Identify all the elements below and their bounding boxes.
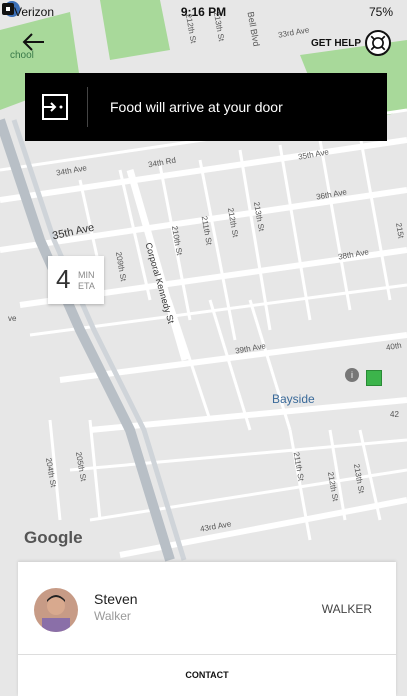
arrow-left-icon[interactable] <box>20 30 48 54</box>
eta-unit-min: MIN <box>78 270 95 280</box>
divider <box>18 654 396 655</box>
delivery-instruction-banner: Food will arrive at your door <box>25 73 387 141</box>
street-label: 42 <box>390 410 399 419</box>
lifebuoy-icon[interactable] <box>365 30 391 56</box>
place-label[interactable]: Bayside <box>272 392 315 406</box>
street-label: ve <box>8 314 17 323</box>
eta-value: 4 <box>56 264 71 294</box>
get-help-button[interactable]: GET HELP <box>311 38 361 49</box>
banner-text: Food will arrive at your door <box>110 99 283 115</box>
courier-subtitle: Walker <box>94 609 131 623</box>
eta-unit-eta: ETA <box>78 281 95 291</box>
door-exit-icon <box>42 94 68 120</box>
place-pin-icon[interactable]: i <box>345 368 359 382</box>
contact-button[interactable]: CONTACT <box>18 670 396 680</box>
courier-panel: Steven Walker WALKER CONTACT <box>18 562 396 696</box>
dropoff-marker[interactable] <box>366 370 382 386</box>
courier-name: Steven <box>94 591 138 607</box>
courier-vehicle: WALKER <box>321 602 372 616</box>
status-bar: Verizon 9:16 PM 75% <box>0 0 407 22</box>
battery-label: 75% <box>368 5 393 19</box>
avatar[interactable] <box>34 588 78 632</box>
google-logo: Google <box>24 528 83 547</box>
eta-unit: MIN ETA <box>78 270 95 292</box>
banner-divider <box>87 87 88 127</box>
clock: 9:16 PM <box>180 5 227 19</box>
eta-badge: 4 MIN ETA <box>48 256 104 304</box>
